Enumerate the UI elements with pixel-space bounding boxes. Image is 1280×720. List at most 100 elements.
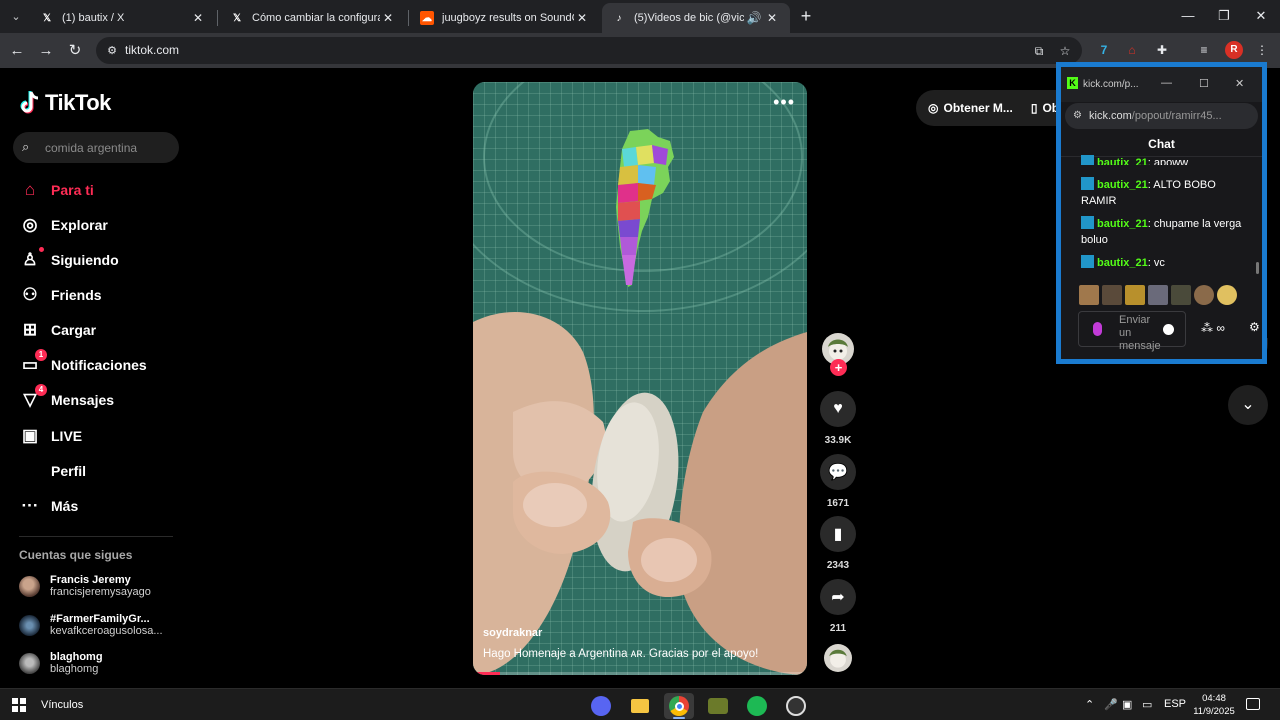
tray-chevron-icon[interactable]: ⌃ <box>1085 698 1094 711</box>
windows-start-icon[interactable] <box>12 698 26 712</box>
popout-address-bar[interactable]: ⚙ kick.com/popout/ramirr45... <box>1065 103 1258 129</box>
install-app-icon[interactable]: ⧉ <box>1030 42 1048 60</box>
emoji-icon[interactable] <box>1163 324 1174 335</box>
nav-mas[interactable]: ··· Más <box>19 494 79 518</box>
comment-icon[interactable]: 💬 <box>820 454 856 490</box>
search-input[interactable]: ⌕ comida argentina <box>13 132 179 163</box>
share-icon[interactable]: ➦ <box>820 579 856 615</box>
video-author[interactable]: soydraknar <box>483 627 542 639</box>
new-tab-button[interactable]: + <box>796 7 816 27</box>
chat-username[interactable]: bautix_21 <box>1097 179 1148 191</box>
profile-avatar[interactable]: R <box>1225 41 1243 59</box>
back-button[interactable]: ← <box>6 40 28 62</box>
nav-live[interactable]: ▣ LIVE <box>19 424 82 448</box>
discord-icon <box>591 696 611 716</box>
nav-friends[interactable]: ⚇ Friends <box>19 283 101 307</box>
chat-scrollbar[interactable] <box>1256 262 1259 274</box>
tab-soundcloud[interactable]: ☁ juugboyz results on SoundClou ✕ <box>410 3 600 33</box>
comment-action[interactable]: 💬 1671 <box>819 454 857 509</box>
heart-icon[interactable]: ♥ <box>820 391 856 427</box>
tab-separator <box>408 10 409 26</box>
video-progress-bar[interactable] <box>473 672 807 675</box>
nav-siguiendo[interactable]: ♙ Siguiendo <box>19 247 119 272</box>
following-account[interactable]: blaghomg blaghomg <box>19 648 103 678</box>
taskbar-explorer-icon[interactable] <box>625 693 655 719</box>
reload-button[interactable]: ↻ <box>64 40 86 62</box>
chat-text: : apoww <box>1147 157 1189 165</box>
taskbar-spotify-icon[interactable] <box>742 693 772 719</box>
emote[interactable] <box>1125 285 1145 305</box>
emote[interactable] <box>1102 285 1122 305</box>
nav-perfil[interactable]: Perfil <box>19 459 86 483</box>
nav-mensajes[interactable]: ▽ 4 Mensajes <box>19 384 114 412</box>
menu-dots-icon[interactable]: ⋮ <box>1252 40 1272 60</box>
nav-para-ti[interactable]: ⌂ Para ti <box>19 178 94 202</box>
tab-search-icon[interactable]: ⌄ <box>6 7 26 27</box>
minimize-button[interactable]: — <box>1176 6 1200 26</box>
close-icon[interactable]: ✕ <box>574 11 590 25</box>
nav-explorar[interactable]: ◎ Explorar <box>19 213 108 237</box>
emote[interactable] <box>1217 285 1237 305</box>
extensions-puzzle-icon[interactable]: ✚ <box>1152 40 1172 60</box>
emote[interactable] <box>1148 285 1168 305</box>
taskbar-app-icon[interactable] <box>703 693 733 719</box>
extension-7tv-icon[interactable]: 7 <box>1094 40 1114 60</box>
microphone-tray-icon[interactable]: 🎤 <box>1104 698 1118 711</box>
emote[interactable] <box>1079 285 1099 305</box>
maximize-button[interactable]: ☐ <box>1199 77 1209 90</box>
nav-notificaciones[interactable]: ▭ 1 Notificaciones <box>19 349 147 377</box>
media-control-icon[interactable]: ≡ <box>1194 40 1214 60</box>
minimize-button[interactable]: — <box>1161 77 1172 89</box>
taskbar-discord-icon[interactable] <box>586 693 616 719</box>
restore-button[interactable]: ❐ <box>1212 6 1236 26</box>
x-logo-icon: 𝕏 <box>232 12 242 24</box>
save-action[interactable]: ▮ 2343 <box>819 516 857 571</box>
chat-username[interactable]: bautix_21 <box>1097 257 1148 269</box>
app-icon: ◎ <box>928 101 939 115</box>
close-icon[interactable]: ✕ <box>190 11 206 25</box>
tray-app-icon[interactable]: ▣ <box>1122 698 1132 711</box>
following-account[interactable]: #FarmerFamilyGr... kevafkceroagusolosa..… <box>19 610 163 640</box>
close-window-button[interactable]: ✕ <box>1249 6 1273 26</box>
address-bar[interactable]: ⚙ tiktok.com ⧉ ☆ <box>96 37 1082 64</box>
sound-disc-avatar[interactable] <box>824 644 852 672</box>
taskbar-obs-icon[interactable] <box>781 693 811 719</box>
chat-username[interactable]: bautix_21 <box>1097 218 1148 230</box>
following-account[interactable]: Francis Jeremy francisjeremysayago <box>19 571 151 601</box>
tab-x-bautix[interactable]: 𝕏 (1) bautix / X ✕ <box>30 3 216 33</box>
like-action[interactable]: ♥ 33.9K <box>819 391 857 446</box>
bookmark-icon[interactable]: ▮ <box>820 516 856 552</box>
language-indicator[interactable]: ESP <box>1164 698 1186 710</box>
share-action[interactable]: ➦ 211 <box>819 579 857 634</box>
nav-cargar[interactable]: ⊞ Cargar <box>19 318 96 342</box>
follow-button[interactable]: + <box>830 359 847 376</box>
tiktok-logo[interactable]: TikTok <box>19 90 111 116</box>
emote[interactable] <box>1171 285 1191 305</box>
links-toolbar-label[interactable]: Vínculos <box>41 699 83 711</box>
microphone-icon[interactable] <box>1093 322 1102 336</box>
taskbar-chrome-icon[interactable] <box>664 693 694 719</box>
chat-message-input[interactable]: Enviar un mensaje <box>1078 311 1186 352</box>
network-icon[interactable]: ▭ <box>1142 698 1152 711</box>
tab-title: (5)Videos de bic (@vickykiv <box>634 12 744 24</box>
next-video-button[interactable]: ⌄ <box>1228 385 1268 425</box>
close-icon[interactable]: ✕ <box>764 11 780 25</box>
extension-icon[interactable]: ⌂ <box>1122 40 1142 60</box>
forward-button[interactable]: → <box>35 40 57 62</box>
emote[interactable] <box>1194 285 1214 305</box>
close-icon[interactable]: ✕ <box>1235 77 1244 90</box>
more-options-icon[interactable]: ••• <box>773 92 795 113</box>
tab-tiktok-active[interactable]: ♪ (5)Videos de bic (@vickykiv 🔊 ✕ <box>602 3 790 33</box>
chat-username[interactable]: bautix_21 <box>1097 157 1148 165</box>
notification-center-icon[interactable] <box>1246 698 1260 710</box>
site-info-icon[interactable]: ⚙ <box>104 43 120 59</box>
tab-x-config[interactable]: 𝕏 Cómo cambiar la configuración ✕ <box>220 3 406 33</box>
settings-gear-icon[interactable]: ⚙ <box>1249 320 1260 334</box>
get-app-button[interactable]: ◎ Obtener M... ▯ Obt <box>916 90 1076 126</box>
chat-tools-icon[interactable]: ⁂ ∞ <box>1201 321 1225 335</box>
video-player[interactable]: ••• soydraknar Hago Homenaje a Argentina… <box>473 82 807 675</box>
speaker-icon[interactable]: 🔊 <box>744 11 764 25</box>
close-icon[interactable]: ✕ <box>380 11 396 25</box>
system-clock[interactable]: 04:48 11/9/2025 <box>1191 692 1237 718</box>
bookmark-star-icon[interactable]: ☆ <box>1056 42 1074 60</box>
